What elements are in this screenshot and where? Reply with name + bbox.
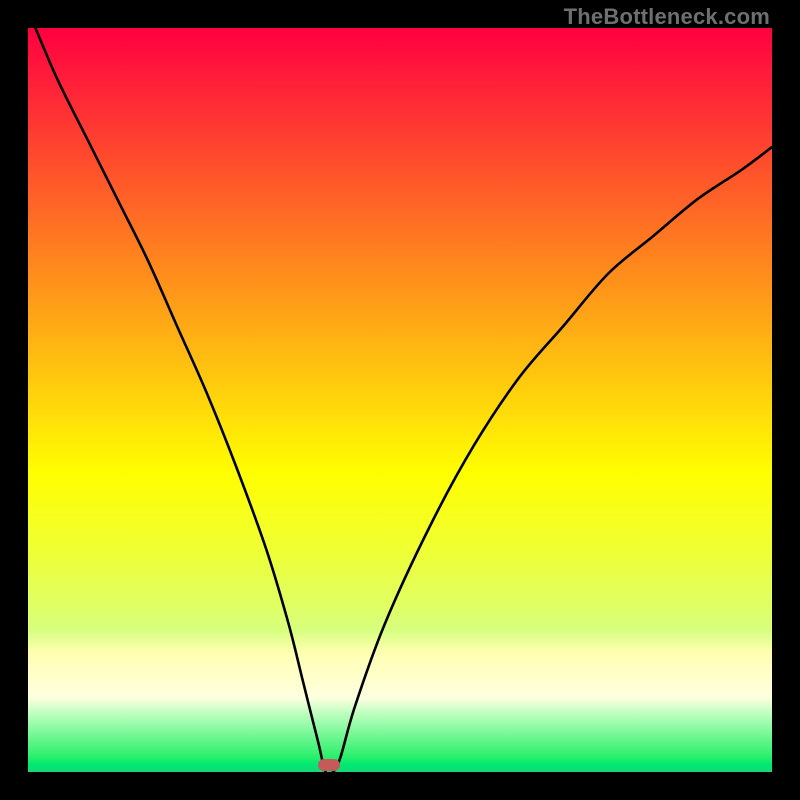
bottleneck-curve xyxy=(28,28,772,772)
optimal-point-marker xyxy=(318,759,340,771)
plot-area xyxy=(28,28,772,772)
watermark-text: TheBottleneck.com xyxy=(564,4,770,30)
chart-frame: TheBottleneck.com xyxy=(0,0,800,800)
